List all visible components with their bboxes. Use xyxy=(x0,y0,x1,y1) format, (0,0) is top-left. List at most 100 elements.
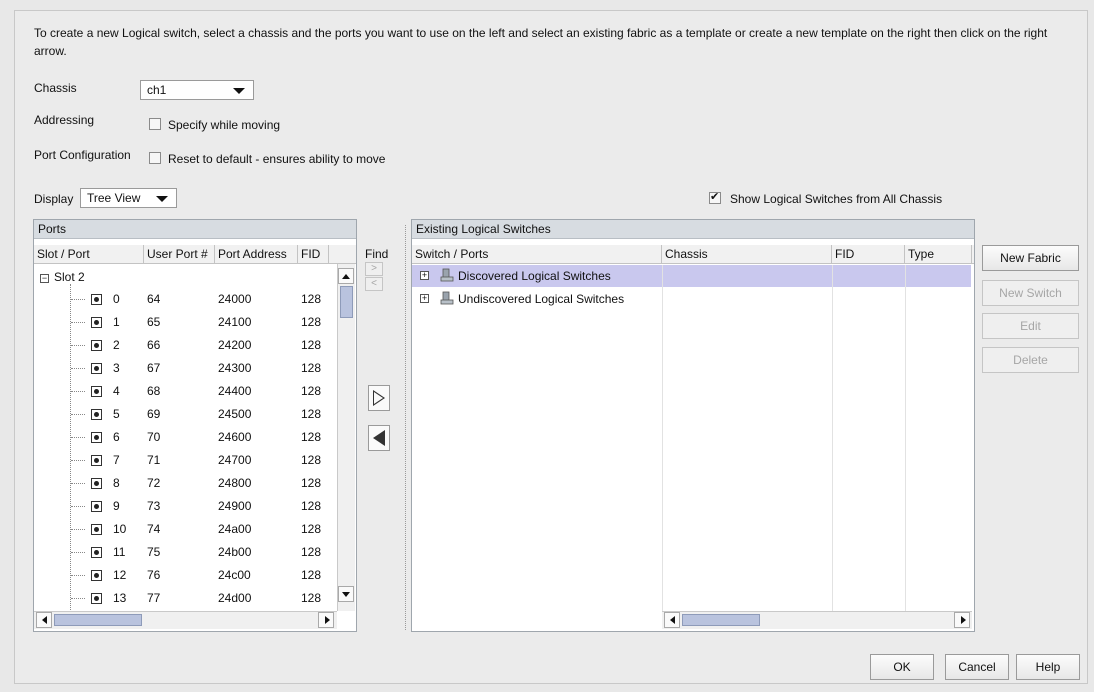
expand-icon[interactable]: + xyxy=(420,271,429,280)
port-fid: 128 xyxy=(301,522,322,536)
show-all-chassis-checkbox[interactable] xyxy=(709,190,721,204)
edit-button[interactable]: Edit xyxy=(982,313,1079,339)
column-divider xyxy=(832,265,833,611)
ports-horizontal-scrollbar[interactable] xyxy=(34,611,337,629)
port-icon xyxy=(91,547,102,558)
splitter[interactable] xyxy=(405,225,406,630)
col-switch-ports[interactable]: Switch / Ports xyxy=(412,245,662,263)
col-fid[interactable]: FID xyxy=(298,245,329,263)
delete-button[interactable]: Delete xyxy=(982,347,1079,373)
find-label: Find xyxy=(365,247,389,261)
port-icon xyxy=(91,570,102,581)
port-config-checkbox[interactable] xyxy=(149,152,161,164)
col-type[interactable]: Type xyxy=(905,245,972,263)
port-icon xyxy=(91,432,102,443)
collapse-icon[interactable]: − xyxy=(40,274,49,283)
scroll-thumb[interactable] xyxy=(682,614,760,626)
port-row[interactable]: 8 72 24800 128 xyxy=(34,472,331,495)
port-row[interactable]: 3 67 24300 128 xyxy=(34,357,331,380)
port-icon xyxy=(91,501,102,512)
port-row[interactable]: 0 64 24000 128 xyxy=(34,288,331,311)
scroll-right-button[interactable] xyxy=(954,612,970,628)
port-address: 24900 xyxy=(218,499,252,513)
col-slot-port[interactable]: Slot / Port xyxy=(34,245,144,263)
port-row[interactable]: 10 74 24a00 128 xyxy=(34,518,331,541)
user-port-number: 75 xyxy=(147,545,161,559)
tree-line xyxy=(71,460,85,461)
move-left-button[interactable] xyxy=(368,425,390,451)
scroll-down-button[interactable] xyxy=(338,586,354,602)
port-address: 24100 xyxy=(218,315,252,329)
port-address: 24a00 xyxy=(218,522,252,536)
port-row[interactable]: 9 73 24900 128 xyxy=(34,495,331,518)
col-fid[interactable]: FID xyxy=(832,245,905,263)
scroll-thumb[interactable] xyxy=(340,286,353,318)
chassis-value: ch1 xyxy=(147,83,167,97)
port-row[interactable]: 1 65 24100 128 xyxy=(34,311,331,334)
col-user-port[interactable]: User Port # xyxy=(144,245,215,263)
port-number: 12 xyxy=(113,568,127,582)
scroll-right-button[interactable] xyxy=(318,612,334,628)
user-port-number: 70 xyxy=(147,430,161,444)
port-number: 13 xyxy=(113,591,127,605)
switches-horizontal-scrollbar[interactable] xyxy=(662,611,972,629)
port-number: 8 xyxy=(113,476,120,490)
port-fid: 128 xyxy=(301,292,322,306)
ports-vertical-scrollbar[interactable] xyxy=(337,264,355,611)
port-number: 5 xyxy=(113,407,120,421)
user-port-number: 74 xyxy=(147,522,161,536)
port-row[interactable]: 4 68 24400 128 xyxy=(34,380,331,403)
user-port-number: 66 xyxy=(147,338,161,352)
port-address: 24300 xyxy=(218,361,252,375)
port-row[interactable]: 7 71 24700 128 xyxy=(34,449,331,472)
tree-line xyxy=(71,414,85,415)
ok-button[interactable]: OK xyxy=(870,654,934,680)
new-switch-button[interactable]: New Switch xyxy=(982,280,1079,306)
tree-line xyxy=(71,391,85,392)
display-value: Tree View xyxy=(87,191,141,205)
scroll-thumb[interactable] xyxy=(54,614,142,626)
display-select[interactable]: Tree View xyxy=(80,188,177,208)
port-number: 9 xyxy=(113,499,120,513)
tree-line xyxy=(71,552,85,553)
port-fid: 128 xyxy=(301,430,322,444)
port-number: 11 xyxy=(113,545,126,559)
scroll-left-button[interactable] xyxy=(664,612,680,628)
port-number: 10 xyxy=(113,522,127,536)
port-icon xyxy=(91,294,102,305)
port-fid: 128 xyxy=(301,591,322,605)
col-port-address[interactable]: Port Address xyxy=(215,245,298,263)
chassis-select[interactable]: ch1 xyxy=(140,80,254,100)
addressing-checkbox[interactable] xyxy=(149,118,161,130)
dropdown-arrow-icon xyxy=(156,196,168,202)
port-row[interactable]: 13 77 24d00 128 xyxy=(34,587,331,610)
port-row[interactable]: 6 70 24600 128 xyxy=(34,426,331,449)
tree-line xyxy=(71,483,85,484)
ports-tree: − Slot 2 0 64 24000 128 1 65 24100 128 2 66 24200 1… xyxy=(34,264,331,611)
port-address: 24c00 xyxy=(218,568,251,582)
find-prev-button[interactable]: < xyxy=(365,277,383,291)
port-fid: 128 xyxy=(301,384,322,398)
tree-line xyxy=(71,299,85,300)
port-row[interactable]: 5 69 24500 128 xyxy=(34,403,331,426)
new-fabric-button[interactable]: New Fabric xyxy=(982,245,1079,271)
port-row[interactable]: 2 66 24200 128 xyxy=(34,334,331,357)
user-port-number: 69 xyxy=(147,407,161,421)
port-number: 3 xyxy=(113,361,120,375)
port-fid: 128 xyxy=(301,453,322,467)
scroll-left-button[interactable] xyxy=(36,612,52,628)
scroll-up-button[interactable] xyxy=(338,268,354,284)
port-row[interactable]: 11 75 24b00 128 xyxy=(34,541,331,564)
col-chassis[interactable]: Chassis xyxy=(662,245,832,263)
cancel-button[interactable]: Cancel xyxy=(945,654,1009,680)
expand-icon[interactable]: + xyxy=(420,294,429,303)
help-button[interactable]: Help xyxy=(1016,654,1080,680)
port-row[interactable]: 12 76 24c00 128 xyxy=(34,564,331,587)
port-fid: 128 xyxy=(301,545,322,559)
switch-row-discovered[interactable]: + Discovered Logical Switches xyxy=(412,265,971,287)
user-port-number: 76 xyxy=(147,568,161,582)
switch-row-undiscovered[interactable]: + Undiscovered Logical Switches xyxy=(412,288,971,310)
find-next-button[interactable]: > xyxy=(365,262,383,276)
ports-panel: Ports Slot / Port User Port # Port Addre… xyxy=(33,219,357,632)
move-right-button[interactable] xyxy=(368,385,390,411)
